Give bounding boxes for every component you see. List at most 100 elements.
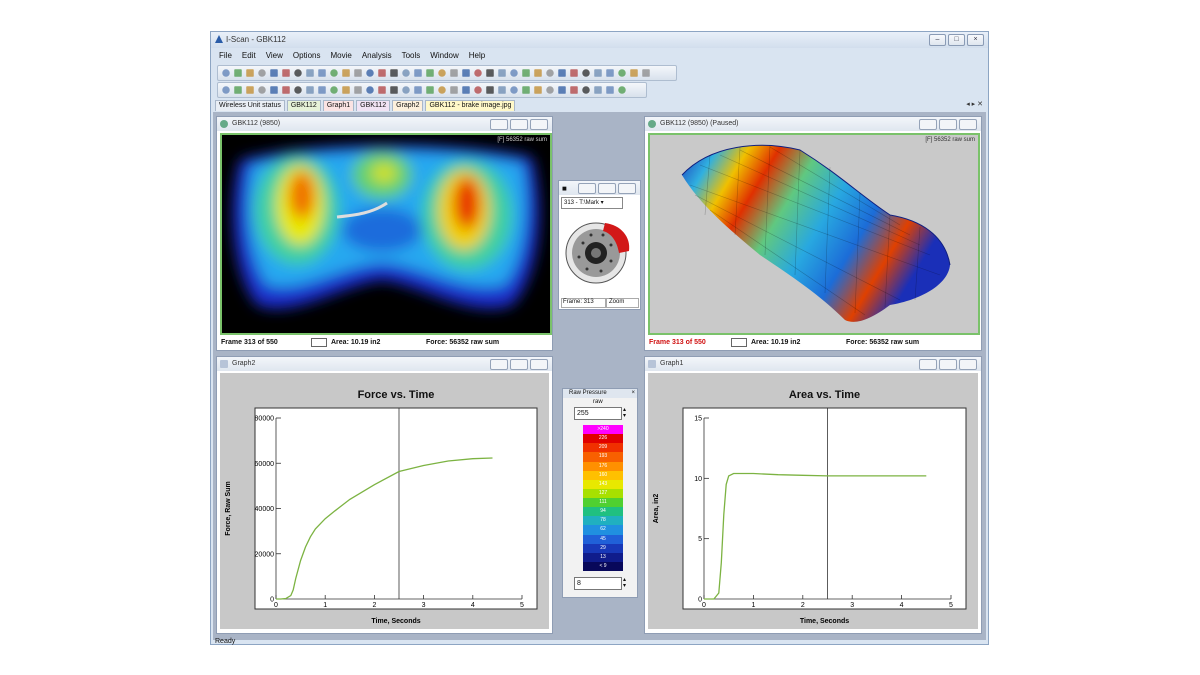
secondary-tool-icon-2[interactable] [246,86,254,94]
main-tool-icon-34[interactable] [630,69,638,77]
secondary-tool-icon-21[interactable] [474,86,482,94]
main-tool-icon-19[interactable] [450,69,458,77]
main-tool-icon-6[interactable] [294,69,302,77]
secondary-tool-icon-6[interactable] [294,86,302,94]
force-graph-close-button[interactable] [530,359,548,370]
camera-minimize-button[interactable] [578,183,596,194]
secondary-tool-icon-33[interactable] [618,86,626,94]
menu-edit[interactable]: Edit [242,51,256,60]
main-tool-icon-22[interactable] [486,69,494,77]
main-tool-icon-12[interactable] [366,69,374,77]
secondary-tool-icon-1[interactable] [234,86,242,94]
secondary-tool-icon-30[interactable] [582,86,590,94]
main-tool-icon-33[interactable] [618,69,626,77]
area-graph-maximize-button[interactable] [939,359,957,370]
secondary-tool-icon-31[interactable] [594,86,602,94]
secondary-tool-icon-12[interactable] [366,86,374,94]
secondary-tool-icon-25[interactable] [522,86,530,94]
tab-wireless-status[interactable]: Wireless Unit status [215,100,285,111]
secondary-tool-icon-5[interactable] [282,86,290,94]
camera-zoom[interactable]: Zoom [606,298,639,308]
force-graph-maximize-button[interactable] [510,359,528,370]
close-button[interactable]: × [967,34,984,46]
main-tool-icon-21[interactable] [474,69,482,77]
main-tool-icon-13[interactable] [378,69,386,77]
tab-graph2[interactable]: Graph2 [392,100,424,111]
secondary-tool-icon-7[interactable] [306,86,314,94]
main-tool-icon-26[interactable] [534,69,542,77]
main-tool-icon-18[interactable] [438,69,446,77]
main-tool-icon-17[interactable] [426,69,434,77]
legend-min-input[interactable]: 8 [574,577,622,590]
menu-analysis[interactable]: Analysis [362,51,392,60]
secondary-tool-icon-22[interactable] [486,86,494,94]
secondary-tool-icon-18[interactable] [438,86,446,94]
tab-scroll-close-controls[interactable]: ◂ ▸ ✕ [966,100,983,108]
area-chart[interactable]: Area vs. Time Time, Seconds Area, in2 0 1 2 3 4… [648,373,978,629]
secondary-tool-icon-20[interactable] [462,86,470,94]
secondary-tool-icon-16[interactable] [414,86,422,94]
pressure-2d-view[interactable]: [F] 56352 raw sum [220,133,552,335]
main-tool-icon-11[interactable] [354,69,362,77]
main-tool-icon-23[interactable] [498,69,506,77]
legend-min-spinner[interactable]: ▴ ▾ [623,577,626,589]
secondary-tool-icon-27[interactable] [546,86,554,94]
force-graph-minimize-button[interactable] [490,359,508,370]
menu-tools[interactable]: Tools [402,51,421,60]
main-tool-icon-15[interactable] [402,69,410,77]
area-graph-close-button[interactable] [959,359,977,370]
main-tool-icon-10[interactable] [342,69,350,77]
pressure-3d-maximize-button[interactable] [939,119,957,130]
pressure-3d-view[interactable]: [F] 56352 raw sum [648,133,980,335]
menu-view[interactable]: View [266,51,283,60]
camera-maximize-button[interactable] [598,183,616,194]
main-tool-icon-9[interactable] [330,69,338,77]
secondary-tool-icon-26[interactable] [534,86,542,94]
main-tool-icon-27[interactable] [546,69,554,77]
secondary-tool-icon-17[interactable] [426,86,434,94]
main-tool-icon-14[interactable] [390,69,398,77]
main-tool-icon-32[interactable] [606,69,614,77]
secondary-tool-icon-11[interactable] [354,86,362,94]
secondary-tool-icon-4[interactable] [270,86,278,94]
area-graph-minimize-button[interactable] [919,359,937,370]
secondary-tool-icon-15[interactable] [402,86,410,94]
secondary-tool-icon-23[interactable] [498,86,506,94]
main-tool-icon-24[interactable] [510,69,518,77]
secondary-tool-icon-9[interactable] [330,86,338,94]
main-tool-icon-31[interactable] [594,69,602,77]
main-tool-icon-20[interactable] [462,69,470,77]
menu-help[interactable]: Help [469,51,485,60]
main-tool-icon-3[interactable] [258,69,266,77]
tab-graph1[interactable]: Graph1 [322,100,355,111]
main-tool-icon-8[interactable] [318,69,326,77]
secondary-tool-icon-32[interactable] [606,86,614,94]
menu-file[interactable]: File [219,51,232,60]
camera-source-dropdown[interactable]: 313 - T:\Mark ▾ [561,197,623,209]
main-tool-icon-29[interactable] [570,69,578,77]
main-tool-icon-35[interactable] [642,69,650,77]
main-tool-icon-25[interactable] [522,69,530,77]
tab-gbk112-a[interactable]: GBK112 [286,100,321,111]
secondary-tool-icon-8[interactable] [318,86,326,94]
main-tool-icon-7[interactable] [306,69,314,77]
secondary-tool-icon-13[interactable] [378,86,386,94]
main-tool-icon-30[interactable] [582,69,590,77]
secondary-tool-icon-29[interactable] [570,86,578,94]
tab-brake-image[interactable]: GBK112 - brake image.jpg [425,100,516,111]
pressure-2d-minimize-button[interactable] [490,119,508,130]
menu-window[interactable]: Window [430,51,458,60]
pressure-3d-close-button[interactable] [959,119,977,130]
secondary-tool-icon-28[interactable] [558,86,566,94]
main-tool-icon-16[interactable] [414,69,422,77]
main-tool-icon-28[interactable] [558,69,566,77]
legend-max-spinner[interactable]: ▴ ▾ [623,407,626,419]
pressure-3d-minimize-button[interactable] [919,119,937,130]
main-tool-icon-2[interactable] [246,69,254,77]
pressure-2d-close-button[interactable] [530,119,548,130]
minimize-button[interactable]: – [929,34,946,46]
main-tool-icon-5[interactable] [282,69,290,77]
secondary-tool-icon-24[interactable] [510,86,518,94]
main-tool-icon-0[interactable] [222,69,230,77]
tab-gbk112-b[interactable]: GBK112 [356,100,391,111]
